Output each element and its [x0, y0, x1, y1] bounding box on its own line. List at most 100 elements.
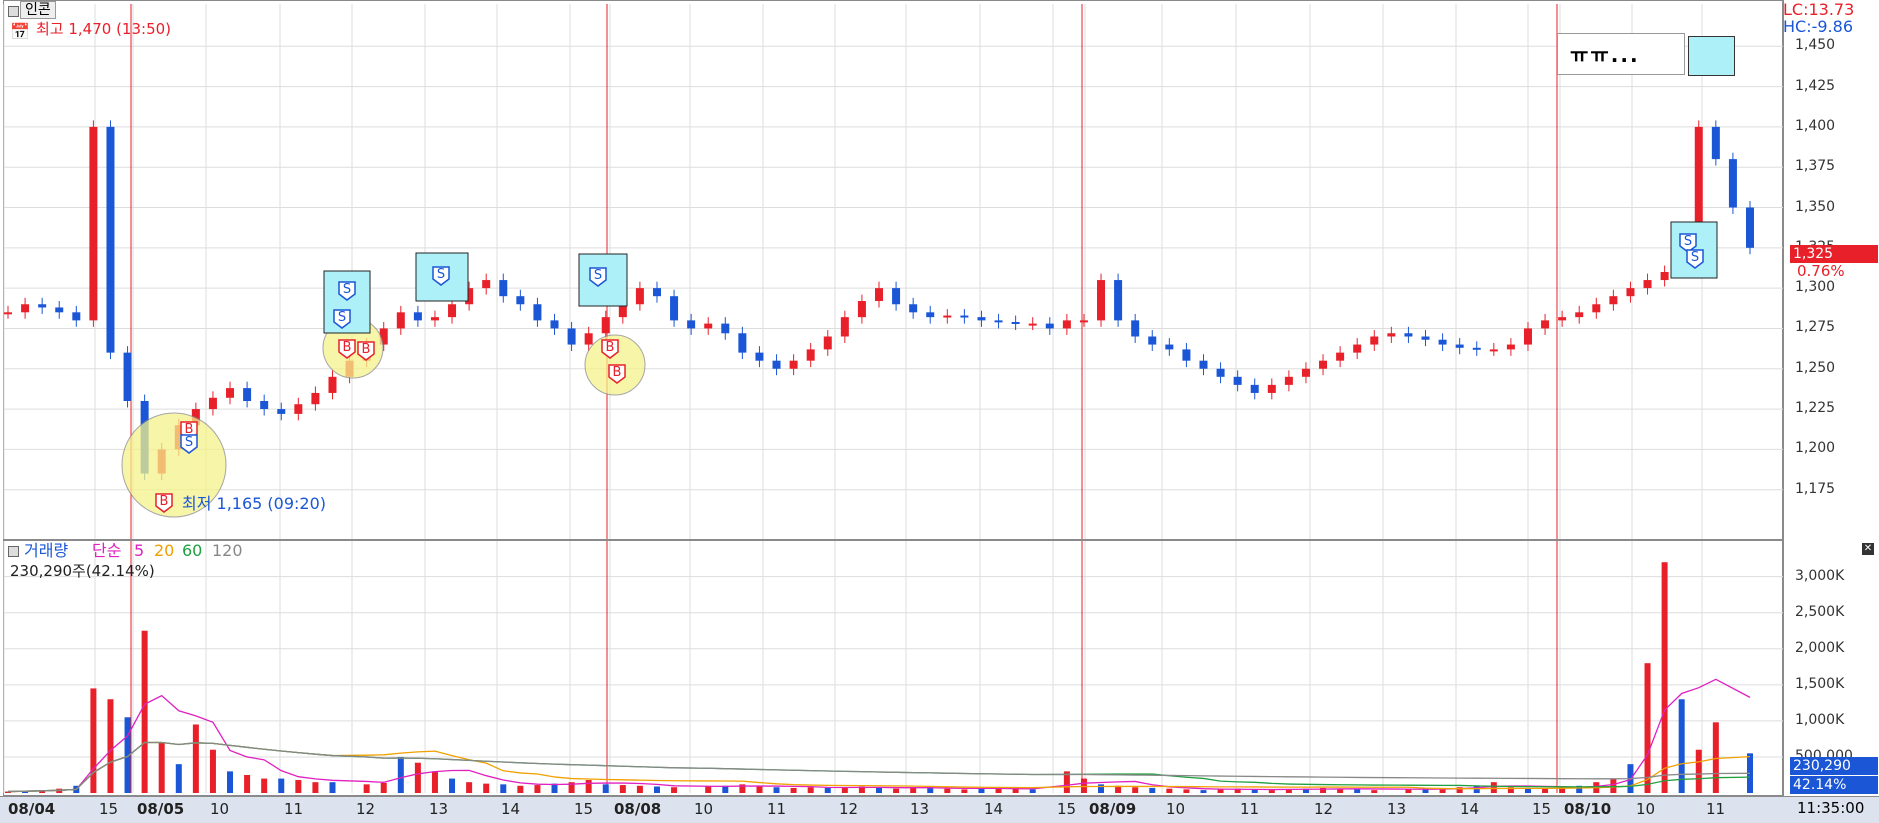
volume-bar: [756, 786, 763, 793]
volume-bar: [1029, 789, 1036, 793]
candle-body: [1746, 207, 1754, 248]
volume-bar: [1661, 562, 1668, 793]
candle-body: [1250, 384, 1259, 393]
volume-bar: [380, 782, 387, 793]
candle-body: [1097, 280, 1106, 321]
candle-body: [1267, 384, 1276, 393]
volume-bar: [466, 782, 473, 793]
pane-separator[interactable]: [3, 539, 1879, 541]
candle-body: [1592, 304, 1601, 313]
volume-bar: [431, 771, 438, 793]
candle-body: [1079, 320, 1088, 323]
volume-bar: [1166, 788, 1173, 793]
candle-body: [755, 352, 764, 361]
low-price-label: 최저 1,165 (09:20): [182, 494, 327, 513]
ma-line: [7, 741, 1751, 793]
candle-body: [1506, 344, 1515, 350]
time-label: 11:35:00: [1797, 799, 1865, 817]
volume-bar: [944, 788, 951, 793]
time-tick-label: 13: [1387, 800, 1407, 818]
volume-bar: [1542, 788, 1549, 793]
candle-body: [977, 317, 986, 321]
volume-bar: [517, 785, 524, 793]
price-candles: [4, 120, 1754, 481]
marker-label: S: [594, 268, 602, 283]
volume-bar: [1183, 789, 1190, 793]
candle-body: [1182, 349, 1191, 361]
candle-body: [1114, 280, 1123, 321]
volume-bar: [107, 699, 114, 793]
close-pane-icon[interactable]: ✕: [1862, 543, 1874, 555]
volume-bar: [500, 784, 507, 793]
candle-body: [123, 352, 132, 401]
volume-bar: [619, 785, 626, 793]
volume-bar: [876, 787, 882, 793]
candle-body: [857, 301, 866, 318]
candle-body: [1028, 323, 1037, 326]
volume-value-text: 230,290주(42.14%): [10, 562, 155, 580]
time-tick-label: 12: [839, 800, 859, 818]
volume-bar: [790, 787, 797, 793]
candle-body: [601, 317, 610, 334]
memo-note[interactable]: ㅠㅠ...: [1557, 33, 1685, 75]
candle-body: [1711, 126, 1720, 160]
candle-body: [875, 288, 883, 302]
time-tick-label: 11: [767, 800, 787, 818]
candle-body: [311, 392, 320, 405]
volume-bar: [141, 630, 148, 793]
volume-bar: [893, 788, 900, 793]
volume-bar: [261, 778, 268, 793]
candle-body: [1387, 333, 1396, 337]
candle-body: [738, 333, 747, 353]
price-pane-toggle[interactable]: [8, 6, 19, 17]
candle-body: [687, 320, 696, 329]
ma20-label: 20: [154, 541, 175, 560]
candle-body: [1523, 328, 1532, 345]
volume-bar: [90, 688, 97, 793]
price-tick-label: 1,225: [1795, 400, 1836, 417]
candle-body: [550, 320, 559, 329]
price-tick-label: 1,200: [1795, 440, 1836, 457]
volume-bar: [1149, 787, 1156, 793]
volume-bar: [1354, 789, 1361, 793]
volume-bar: [602, 784, 609, 793]
price-tick-label: 1,450: [1795, 37, 1836, 54]
volume-bar: [1268, 790, 1275, 793]
volume-tick-label: 2,000K: [1795, 639, 1845, 656]
volume-pane-toggle[interactable]: [8, 546, 19, 557]
volume-bars: [5, 562, 1753, 793]
volume-bar: [1405, 789, 1412, 793]
candle-body: [772, 360, 781, 369]
time-tick-label: 14: [1460, 800, 1480, 818]
volume-moving-averages: [7, 678, 1751, 793]
candle-body: [277, 409, 286, 414]
marker-label: S: [343, 282, 351, 297]
marker-label: S: [185, 435, 193, 450]
candle-body: [21, 304, 30, 313]
chart-plot[interactable]: BBSSSB BS SBBSS: [0, 0, 1783, 796]
grid-lines: [3, 4, 1783, 793]
marker-label: S: [1684, 234, 1692, 249]
candle-body: [448, 304, 457, 318]
calendar-icon[interactable]: 📅: [10, 24, 30, 40]
marker-label: B: [160, 494, 169, 509]
ma-label: 단순: [92, 541, 122, 560]
candle-body: [721, 323, 730, 334]
volume-bar: [414, 762, 421, 793]
candle-body: [1216, 368, 1225, 377]
candle-body: [260, 401, 269, 410]
candle-body: [1541, 320, 1550, 329]
candle-body: [328, 376, 337, 393]
time-tick-label: 12: [356, 800, 376, 818]
candle-body: [1301, 368, 1310, 377]
volume-bar: [534, 785, 541, 793]
time-tick-label: 15: [99, 800, 119, 818]
candle-body: [38, 304, 47, 308]
candle-body: [499, 280, 508, 297]
candle-body: [1489, 349, 1498, 352]
candle-body: [704, 323, 713, 329]
volume-bar: [824, 787, 831, 793]
candle-body: [584, 333, 593, 345]
candle-body: [482, 280, 491, 289]
volume-bar: [671, 787, 678, 793]
